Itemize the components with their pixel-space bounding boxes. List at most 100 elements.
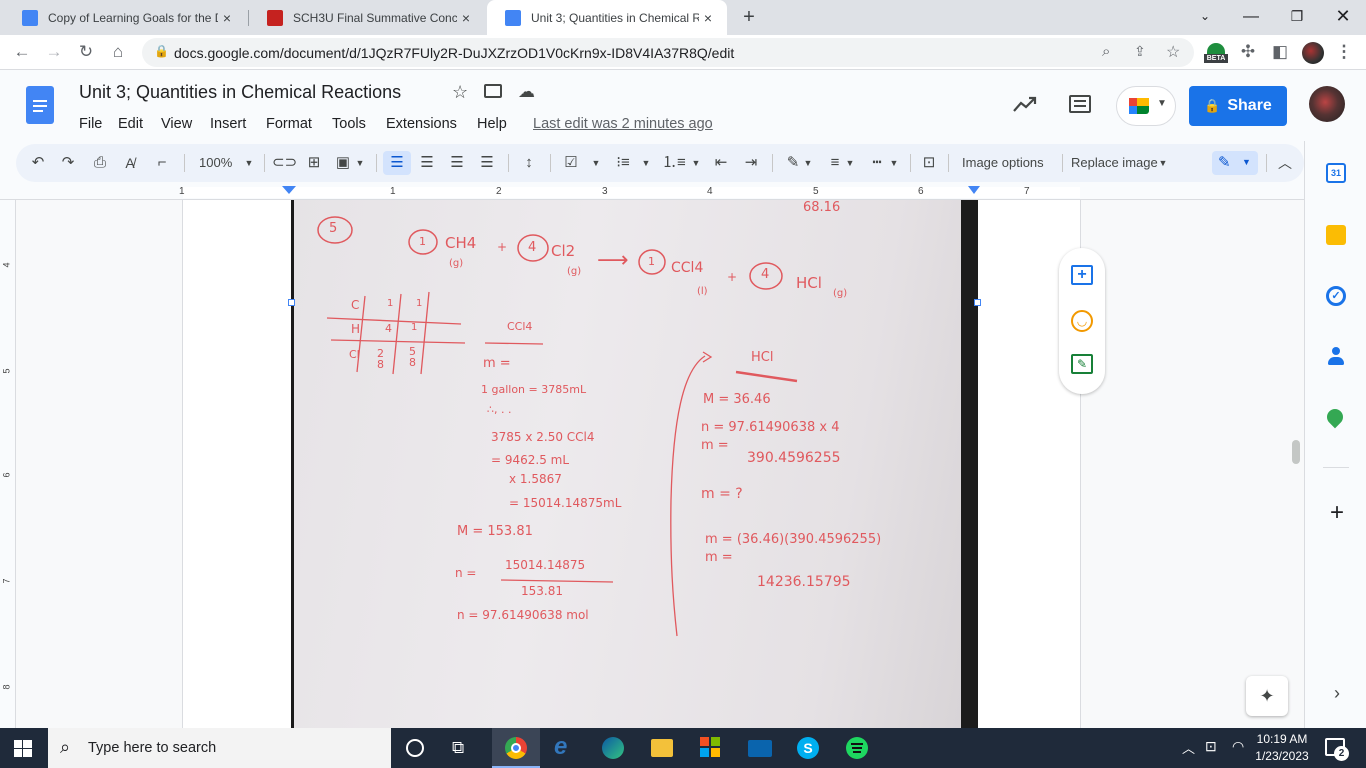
activity-trend-icon[interactable] <box>1012 96 1038 114</box>
system-clock[interactable]: 10:19 AM 1/23/2023 <box>1252 731 1312 765</box>
share-button[interactable]: 🔒 Share <box>1189 86 1287 126</box>
zoom-dropdown-icon[interactable]: ▼ <box>242 153 256 173</box>
print-icon[interactable]: ⎙ <box>90 153 110 173</box>
increase-indent-icon[interactable]: ⇥ <box>740 153 762 173</box>
homework-photo[interactable]: 5 1 CH4 (g) + 4 Cl2 (g) ⟶ 1 CCl4 (l) + 4… <box>291 200 978 728</box>
replace-image-dropdown-icon[interactable]: ▼ <box>1157 153 1169 173</box>
comments-icon[interactable] <box>1069 95 1091 113</box>
align-right-icon[interactable]: ☰ <box>446 153 468 173</box>
insert-image-dropdown-icon[interactable]: ▼ <box>354 153 366 173</box>
share-page-icon[interactable]: ⇪ <box>1134 43 1146 60</box>
restore-icon[interactable]: ❐ <box>1274 0 1320 35</box>
mail-icon[interactable] <box>748 740 772 757</box>
tab-learning-goals[interactable]: Copy of Learning Goals for the D × <box>4 0 246 35</box>
border-weight-icon[interactable]: ≡ <box>824 153 846 173</box>
explore-button[interactable]: ✦ <box>1246 676 1288 716</box>
align-center-icon[interactable]: ☰ <box>416 153 438 173</box>
reload-icon[interactable]: ↻ <box>74 40 98 64</box>
windows-start-icon[interactable] <box>14 740 32 757</box>
microsoft-store-icon[interactable] <box>700 737 720 757</box>
insert-link-icon[interactable]: ⊂⊃ <box>272 153 297 173</box>
bookmark-star-icon[interactable]: ☆ <box>1166 42 1180 62</box>
tab-unit3-active[interactable]: Unit 3; Quantities in Chemical Re × <box>487 0 727 35</box>
decrease-indent-icon[interactable]: ⇤ <box>710 153 732 173</box>
notifications-icon[interactable]: 2 <box>1325 738 1349 761</box>
insert-image-icon[interactable]: ▣ <box>332 153 354 173</box>
menu-extensions[interactable]: Extensions <box>386 116 457 132</box>
bulleted-list-icon[interactable]: ⁝≡ <box>612 153 634 173</box>
suggest-edits-icon[interactable]: ✎ <box>1071 354 1093 374</box>
taskbar-chrome[interactable] <box>492 728 540 768</box>
add-comment-icon[interactable]: + <box>1071 265 1093 285</box>
back-icon[interactable]: ← <box>10 40 34 64</box>
add-comment-icon[interactable]: ⊞ <box>304 153 324 173</box>
taskbar-search[interactable]: ⌕ Type here to search <box>48 728 391 768</box>
cortana-icon[interactable] <box>406 739 424 757</box>
image-options-button[interactable]: Image options <box>962 155 1044 170</box>
left-indent-marker[interactable] <box>282 186 296 194</box>
close-tab-icon[interactable]: × <box>457 10 475 26</box>
document-title[interactable]: Unit 3; Quantities in Chemical Reactions <box>79 82 401 103</box>
file-explorer-icon[interactable] <box>651 739 673 757</box>
star-icon[interactable]: ☆ <box>452 82 468 103</box>
home-icon[interactable]: ⌂ <box>106 40 130 64</box>
justify-icon[interactable]: ☰ <box>476 153 498 173</box>
cloud-status-icon[interactable]: ☁ <box>518 82 535 102</box>
task-view-icon[interactable]: ⧉ <box>452 738 464 758</box>
numbered-list-dropdown-icon[interactable]: ▼ <box>690 153 702 173</box>
last-edit-link[interactable]: Last edit was 2 minutes ago <box>533 116 713 132</box>
menu-file[interactable]: File <box>79 116 102 132</box>
internet-explorer-icon[interactable]: e <box>554 735 576 759</box>
move-folder-icon[interactable] <box>484 84 502 98</box>
menu-view[interactable]: View <box>161 116 192 132</box>
device-icon[interactable]: ⊡ <box>1205 738 1217 755</box>
wifi-icon[interactable]: ◠ <box>1232 738 1244 755</box>
emoji-reaction-icon[interactable]: ◡ <box>1071 310 1093 332</box>
edge-icon[interactable] <box>602 737 624 759</box>
spellcheck-icon[interactable]: A̸ <box>120 153 140 173</box>
paint-format-icon[interactable]: ⌐ <box>152 153 172 173</box>
border-dash-icon[interactable]: ┅ <box>866 153 888 173</box>
zoom-icon[interactable]: ⌕ <box>1102 43 1110 60</box>
add-addon-icon[interactable]: + <box>1325 501 1349 525</box>
crop-icon[interactable]: ⊡ <box>918 153 940 173</box>
undo-icon[interactable]: ↶ <box>28 153 48 173</box>
border-color-dropdown-icon[interactable]: ▼ <box>802 153 814 173</box>
menu-help[interactable]: Help <box>477 116 507 132</box>
meet-button[interactable]: ▼ <box>1116 86 1176 126</box>
border-color-icon[interactable]: ✎ <box>782 153 804 173</box>
skype-icon[interactable]: S <box>797 737 819 759</box>
minimize-icon[interactable]: — <box>1228 0 1274 35</box>
replace-image-button[interactable]: Replace image <box>1071 155 1158 170</box>
docs-logo-icon[interactable] <box>26 86 54 124</box>
url-text[interactable]: docs.google.com/document/d/1JQzR7FUly2R-… <box>174 45 734 61</box>
redo-icon[interactable]: ↷ <box>58 153 78 173</box>
border-weight-dropdown-icon[interactable]: ▼ <box>844 153 856 173</box>
line-spacing-icon[interactable]: ↕ <box>518 153 540 173</box>
forward-icon[interactable]: → <box>42 40 66 64</box>
right-indent-marker[interactable] <box>968 186 980 194</box>
account-avatar[interactable] <box>1309 86 1345 122</box>
close-tab-icon[interactable]: × <box>218 10 236 26</box>
address-bar[interactable]: 🔒 docs.google.com/document/d/1JQzR7FUly2… <box>142 38 1194 67</box>
menu-tools[interactable]: Tools <box>332 116 366 132</box>
tasks-icon[interactable]: ✓ <box>1326 286 1346 306</box>
side-panel-icon[interactable]: ◧ <box>1268 40 1292 64</box>
zoom-select[interactable]: 100% <box>199 155 232 170</box>
tab-search-icon[interactable]: ⌄ <box>1182 0 1228 35</box>
resize-handle[interactable] <box>974 299 981 306</box>
menu-edit[interactable]: Edit <box>118 116 143 132</box>
border-dash-dropdown-icon[interactable]: ▼ <box>888 153 900 173</box>
extension-beta-icon[interactable]: BETA <box>1204 43 1228 63</box>
chrome-menu-icon[interactable]: ⋮ <box>1332 40 1356 64</box>
collapse-menus-icon[interactable]: ︿ <box>1274 153 1296 173</box>
calendar-icon[interactable]: 31 <box>1326 163 1346 183</box>
tab-final-summative[interactable]: SCH3U Final Summative Concept × <box>249 0 485 35</box>
checklist-icon[interactable]: ☑ <box>560 153 582 173</box>
checklist-dropdown-icon[interactable]: ▼ <box>590 153 602 173</box>
keep-icon[interactable] <box>1326 225 1346 245</box>
close-tab-icon[interactable]: × <box>699 10 717 26</box>
expand-panel-icon[interactable]: › <box>1325 683 1349 704</box>
close-window-icon[interactable]: ✕ <box>1320 0 1366 35</box>
scrollbar-thumb[interactable] <box>1292 440 1300 464</box>
